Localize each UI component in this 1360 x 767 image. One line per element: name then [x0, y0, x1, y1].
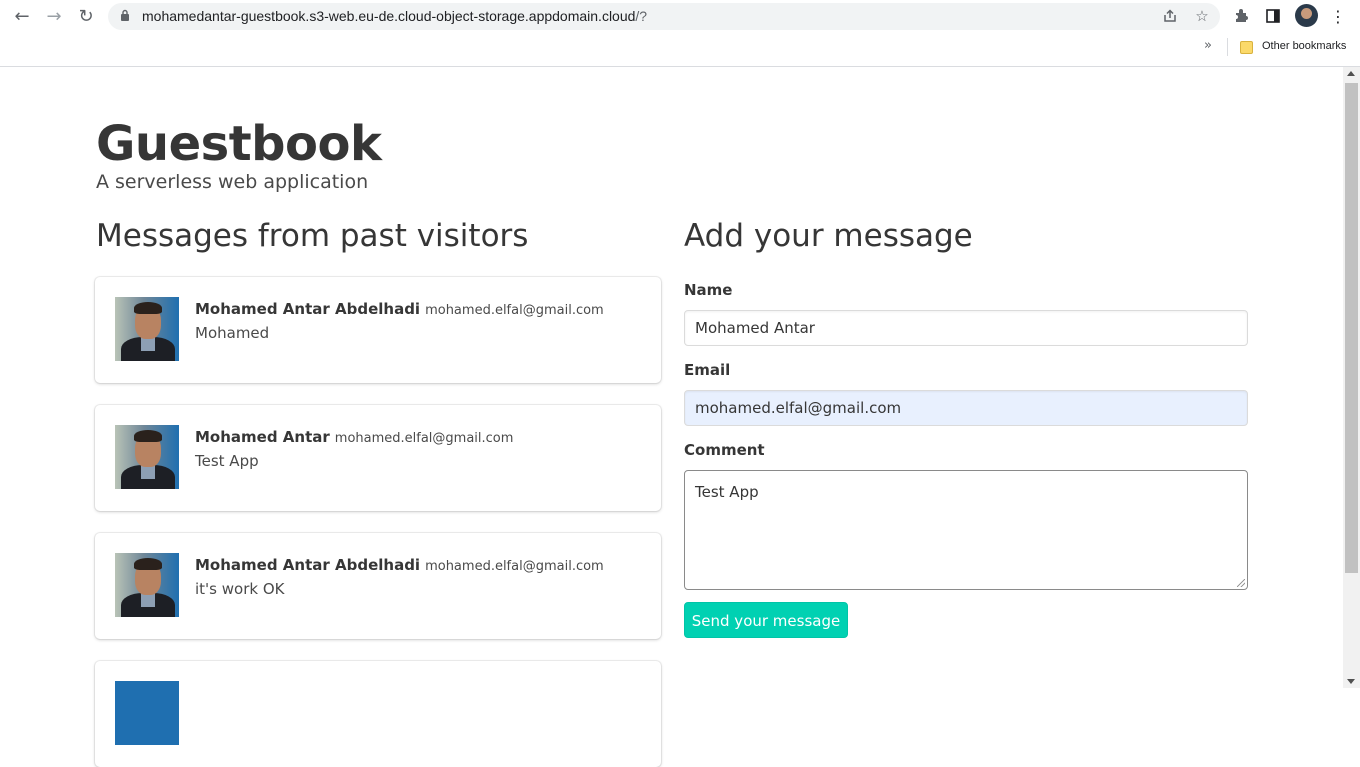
bookmarks-divider [1227, 38, 1228, 56]
extensions-icon[interactable] [1231, 5, 1253, 27]
messages-heading: Messages from past visitors [96, 218, 529, 254]
message-card: Mohamed Antar Abdelhadi mohamed.elfal@gma… [95, 277, 661, 383]
share-icon[interactable] [1160, 6, 1180, 26]
menu-icon[interactable]: ⋮ [1327, 5, 1349, 27]
scroll-up-arrow-icon[interactable] [1347, 71, 1355, 76]
comment-textarea[interactable]: Test App [684, 470, 1248, 590]
lock-icon [121, 9, 129, 21]
star-icon[interactable]: ☆ [1192, 6, 1212, 26]
message-card: Mohamed Antar mohamed.elfal@gmail.com Tes… [95, 405, 661, 511]
address-bar[interactable]: mohamedantar-guestbook.s3-web.eu-de.clou… [108, 3, 1220, 30]
avatar [115, 297, 179, 361]
resize-handle-icon[interactable] [1237, 579, 1245, 587]
message-author: Mohamed Antar mohamed.elfal@gmail.com [195, 428, 514, 446]
page-subtitle: A serverless web application [96, 171, 369, 193]
side-panel-icon[interactable] [1262, 5, 1284, 27]
message-author: Mohamed Antar Abdelhadi mohamed.elfal@gma… [195, 300, 604, 318]
message-email: mohamed.elfal@gmail.com [334, 431, 514, 446]
message-card [95, 661, 661, 767]
message-card: Mohamed Antar Abdelhadi mohamed.elfal@gma… [95, 533, 661, 639]
message-email: mohamed.elfal@gmail.com [425, 303, 604, 318]
scroll-down-arrow-icon[interactable] [1347, 679, 1355, 684]
folder-icon [1240, 41, 1253, 54]
message-text: it's work OK [195, 580, 285, 598]
avatar [115, 681, 179, 745]
url-text[interactable]: mohamedantar-guestbook.s3-web.eu-de.clou… [142, 8, 647, 24]
reload-icon[interactable]: ↻ [74, 4, 98, 28]
forward-icon[interactable]: → [42, 4, 66, 28]
message-email: mohamed.elfal@gmail.com [425, 559, 604, 574]
page-title: Guestbook [96, 116, 382, 172]
scroll-thumb[interactable] [1345, 83, 1358, 573]
comment-text: Test App [695, 483, 759, 501]
email-input[interactable]: mohamed.elfal@gmail.com [684, 390, 1248, 426]
message-author: Mohamed Antar Abdelhadi mohamed.elfal@gma… [195, 556, 604, 574]
bookmarks-overflow-icon[interactable]: » [1204, 38, 1212, 53]
avatar [115, 553, 179, 617]
message-text: Mohamed [195, 324, 270, 342]
form-heading: Add your message [684, 218, 973, 254]
comment-label: Comment [684, 441, 765, 459]
message-text: Test App [195, 452, 259, 470]
name-input[interactable]: Mohamed Antar [684, 310, 1248, 346]
back-icon[interactable]: ← [10, 4, 34, 28]
page-scrollbar[interactable] [1343, 67, 1360, 688]
send-message-button[interactable]: Send your message [684, 602, 848, 638]
name-label: Name [684, 281, 733, 299]
avatar [115, 425, 179, 489]
browser-toolbar: ← → ↻ mohamedantar-guestbook.s3-web.eu-d… [0, 0, 1360, 67]
profile-avatar[interactable] [1295, 4, 1318, 27]
email-label: Email [684, 361, 731, 379]
other-bookmarks[interactable]: Other bookmarks [1262, 40, 1346, 52]
